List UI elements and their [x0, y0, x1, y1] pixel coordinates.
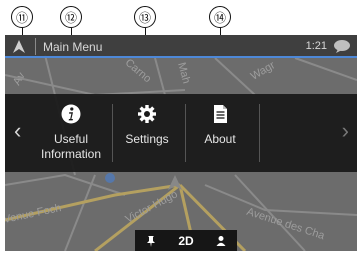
- map-control-bar: 2D: [135, 230, 237, 251]
- menu-item-settings[interactable]: Settings: [112, 94, 182, 172]
- callout-11: ⑪: [11, 6, 33, 28]
- pin-icon[interactable]: [145, 235, 157, 247]
- callout-12: ⑫: [60, 6, 82, 28]
- page-title: Main Menu: [43, 40, 103, 54]
- callout-13: ⑬: [134, 6, 156, 28]
- status-bar-separator: [35, 38, 36, 55]
- menu-item-label-line2: Information: [40, 147, 102, 161]
- callout-14: ⑭: [209, 6, 231, 28]
- gear-icon: [138, 105, 156, 123]
- info-icon: [61, 104, 81, 124]
- menu-item-about[interactable]: About: [185, 94, 255, 172]
- menu-item-label: Settings: [125, 132, 169, 146]
- status-bar: Main Menu 1:21: [5, 35, 357, 58]
- main-menu-panel: ‹ Useful Information Settings About ›: [5, 94, 357, 172]
- navigation-arrow-icon[interactable]: [11, 39, 27, 55]
- menu-item-label: About: [204, 132, 236, 146]
- previous-page-button[interactable]: ‹: [14, 120, 21, 142]
- menu-item-useful-information[interactable]: Useful Information: [36, 94, 106, 172]
- menu-item-label: Useful Information: [41, 132, 101, 162]
- clock: 1:21: [305, 40, 327, 52]
- document-icon: [214, 105, 227, 123]
- device-screen: Venue Foch Victor Hugo Avenue des Cha Ma…: [5, 35, 357, 251]
- next-page-button[interactable]: ›: [342, 120, 349, 142]
- menu-item-label-line1: Useful: [53, 132, 88, 146]
- person-icon[interactable]: [215, 235, 227, 247]
- view-mode-toggle[interactable]: 2D: [178, 234, 193, 248]
- menu-divider: [259, 104, 260, 162]
- message-icon[interactable]: [333, 39, 351, 54]
